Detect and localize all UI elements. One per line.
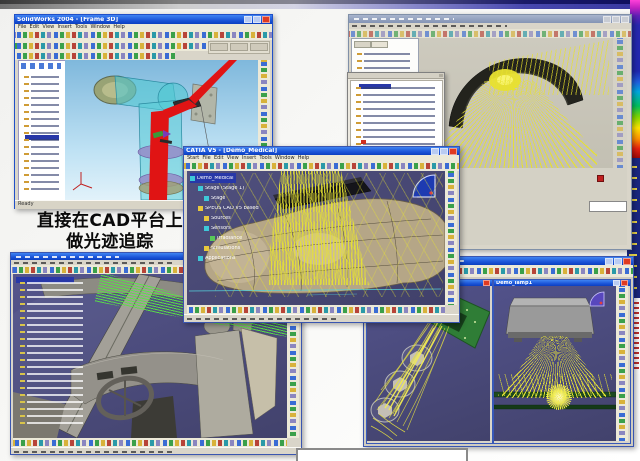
close-button[interactable] [262, 16, 270, 23]
catia-right-toolbar[interactable] [445, 171, 457, 305]
sensor-icon [204, 226, 209, 231]
minimize-button[interactable] [244, 16, 252, 23]
part-icon [204, 196, 209, 201]
catia-bottom-toolbar[interactable] [187, 305, 445, 314]
tree-item[interactable]: Irradiance [210, 233, 300, 243]
irradiance-icon [210, 236, 215, 241]
command-chip[interactable] [210, 43, 228, 51]
tree-item[interactable]: Sources [204, 213, 300, 223]
optics-window-titlebar[interactable] [349, 15, 631, 23]
catia-3d-viewport[interactable]: Demo_Medical Stage (Stage 1) Stage SPEOS… [187, 171, 445, 305]
optics-toolbar[interactable] [349, 29, 631, 38]
tree-item[interactable]: Stage [204, 193, 300, 203]
maximize-button[interactable] [614, 258, 622, 265]
cut-off-placeholder-box [296, 448, 468, 461]
top-gradient-band [0, 0, 640, 9]
tree-item[interactable]: Sensors [204, 223, 300, 233]
catia-titlebar[interactable]: CATIA V5 - [Demo_Medical] [184, 147, 459, 155]
palette-titlebar[interactable] [348, 73, 444, 79]
part-icon [198, 186, 203, 191]
tree-items[interactable] [20, 71, 64, 197]
solidworks-command-group[interactable] [208, 41, 270, 54]
slide-caption: 直接在CAD平台上 做光迹追踪 [25, 211, 195, 253]
catia-spec-tree[interactable]: Demo_Medical Stage (Stage 1) Stage SPEOS… [190, 173, 300, 263]
minimize-button[interactable] [603, 16, 611, 23]
tree-item[interactable]: Stage (Stage 1) [198, 183, 300, 193]
optics-window-title [351, 15, 601, 23]
source-icon [204, 216, 209, 221]
lamp-3d-viewport[interactable] [494, 286, 616, 441]
solidworks-titlebar[interactable]: SolidWorks 2004 - [Frame 3D] [15, 15, 272, 24]
maximize-button[interactable] [253, 16, 261, 23]
interior-spec-tree[interactable] [16, 277, 88, 427]
simulation-red-icon [361, 140, 366, 144]
solidworks-window-buttons [244, 16, 270, 23]
simulation-icon [204, 246, 209, 251]
palette-close-icon[interactable] [439, 74, 443, 77]
command-chip[interactable] [230, 43, 248, 51]
axis-triad [73, 172, 92, 190]
red-marker-dot[interactable] [597, 175, 604, 182]
solidworks-toolbar-row3[interactable] [15, 51, 175, 60]
tree-item[interactable]: Demo_Medical [190, 173, 236, 183]
status-text: Ready [18, 201, 34, 207]
solidworks-toolbar-row1[interactable] [15, 30, 272, 40]
catia-main-window[interactable]: CATIA V5 - [Demo_Medical] Start File Edi… [183, 146, 460, 323]
maximize-button[interactable] [440, 148, 448, 155]
tab-chip[interactable] [354, 41, 371, 48]
close-button[interactable] [623, 258, 631, 265]
lamp-right-toolbar[interactable] [616, 286, 628, 441]
catia-statusbar [184, 314, 459, 323]
catia-toolbar[interactable] [184, 161, 459, 171]
catia-title: CATIA V5 - [Demo_Medical] [186, 148, 429, 154]
tree-item[interactable]: Applications [198, 253, 300, 263]
caption-line1: 直接在CAD平台上 [25, 211, 195, 232]
minimize-button[interactable] [431, 148, 439, 155]
compass [590, 292, 604, 306]
slide: SolidWorks 2004 - [Frame 3D] File Edit V… [0, 0, 640, 461]
tab-chip[interactable] [371, 41, 388, 48]
part-icon [190, 176, 195, 181]
command-chip[interactable] [250, 43, 268, 51]
optics-right-toolbar[interactable] [613, 38, 627, 168]
interior-bottom-toolbar[interactable] [13, 438, 287, 447]
minimize-button[interactable] [605, 258, 613, 265]
tree-tab-icons[interactable] [21, 63, 61, 69]
optics-window-buttons [603, 16, 629, 23]
small-input-field[interactable] [589, 201, 627, 212]
lamp-child-window[interactable]: Demo_lamp1 [493, 279, 631, 444]
close-button[interactable] [449, 148, 457, 155]
solidworks-feature-tree[interactable] [18, 60, 67, 202]
applications-icon [198, 256, 203, 261]
speos-icon [198, 206, 203, 211]
tree-item[interactable]: SPEOS CAD V5 based [198, 203, 300, 213]
solidworks-title: SolidWorks 2004 - [Frame 3D] [17, 17, 242, 23]
lamp-starburst [546, 384, 572, 410]
lamp-child-title: Demo_lamp1 [496, 281, 611, 286]
maximize-button[interactable] [612, 16, 620, 23]
close-button[interactable] [621, 16, 629, 23]
tree-item[interactable]: Simulations [204, 243, 300, 253]
caption-line2: 做光迹追踪 [25, 232, 195, 253]
solidworks-toolbar-row2[interactable] [15, 40, 210, 51]
interior-statusbar [11, 447, 301, 455]
